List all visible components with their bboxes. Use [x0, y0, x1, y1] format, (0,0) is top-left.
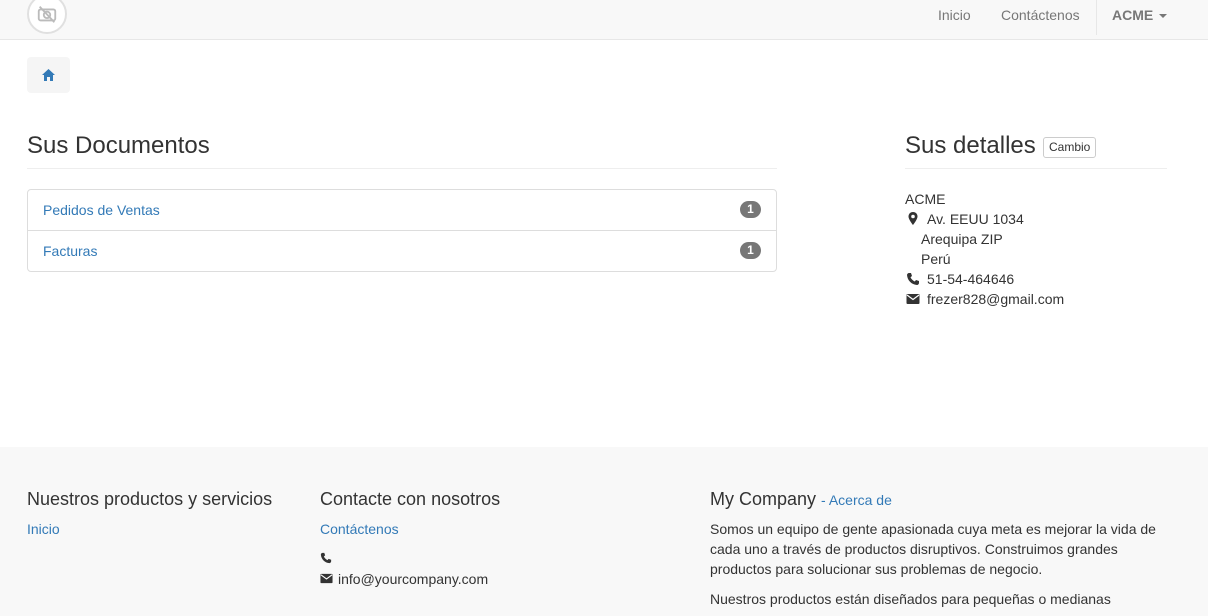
nav-contact-link[interactable]: Contáctenos: [1001, 0, 1080, 30]
footer: Nuestros productos y servicios Inicio Co…: [0, 447, 1208, 616]
address-street: Av. EEUU 1034: [927, 211, 1024, 227]
divider: [27, 168, 777, 169]
documents-list-item[interactable]: Pedidos de Ventas 1: [28, 190, 776, 230]
address-city: Arequipa ZIP: [921, 231, 1003, 247]
sales-orders-link[interactable]: Pedidos de Ventas: [43, 202, 160, 218]
breadcrumb-home[interactable]: [27, 57, 70, 93]
camera-slash-icon: [37, 6, 57, 23]
documents-list-item[interactable]: Facturas 1: [28, 230, 776, 271]
user-menu-label: ACME: [1112, 7, 1154, 23]
invoices-link[interactable]: Facturas: [43, 243, 97, 259]
footer-contact-title: Contacte con nosotros: [320, 489, 501, 509]
email-address: frezer828@gmail.com: [927, 291, 1065, 307]
caret-down-icon: [1159, 14, 1168, 19]
footer-email[interactable]: info@yourcompany.com: [338, 569, 488, 589]
phone-icon: [907, 273, 919, 285]
envelope-icon: [906, 294, 920, 304]
divider: [905, 168, 1167, 169]
details-title: Sus detalles: [905, 132, 1036, 159]
phone-icon: [320, 552, 332, 564]
top-navbar: Inicio Contáctenos ACME: [0, 0, 1208, 40]
count-badge: 1: [740, 201, 761, 218]
envelope-icon: [320, 573, 333, 584]
change-details-button[interactable]: Cambio: [1043, 137, 1097, 158]
footer-company-title: My Company: [710, 489, 817, 509]
address-country: Perú: [921, 251, 951, 267]
company-logo[interactable]: [27, 0, 67, 34]
documents-title: Sus Documentos: [27, 132, 210, 159]
footer-about-link[interactable]: - Acerca de: [821, 492, 892, 508]
count-badge: 1: [740, 242, 761, 259]
nav-divider: [1096, 0, 1097, 35]
footer-home-link[interactable]: Inicio: [27, 519, 60, 539]
documents-list: Pedidos de Ventas 1 Facturas 1: [27, 189, 777, 272]
user-menu-dropdown[interactable]: ACME: [1112, 0, 1168, 30]
footer-company-description: Somos un equipo de gente apasionada cuya…: [710, 521, 1156, 577]
customer-name: ACME: [905, 191, 946, 207]
footer-company-description-2: Nuestros productos están diseñados para …: [710, 591, 1111, 607]
nav-home-link[interactable]: Inicio: [938, 0, 971, 30]
footer-contact-link[interactable]: Contáctenos: [320, 519, 399, 539]
footer-company-heading: My Company - Acerca de: [710, 488, 892, 511]
map-marker-icon: [908, 212, 918, 225]
footer-products-title: Nuestros productos y servicios: [27, 489, 273, 509]
phone-number: 51-54-464646: [927, 271, 1015, 287]
home-icon: [42, 69, 55, 81]
